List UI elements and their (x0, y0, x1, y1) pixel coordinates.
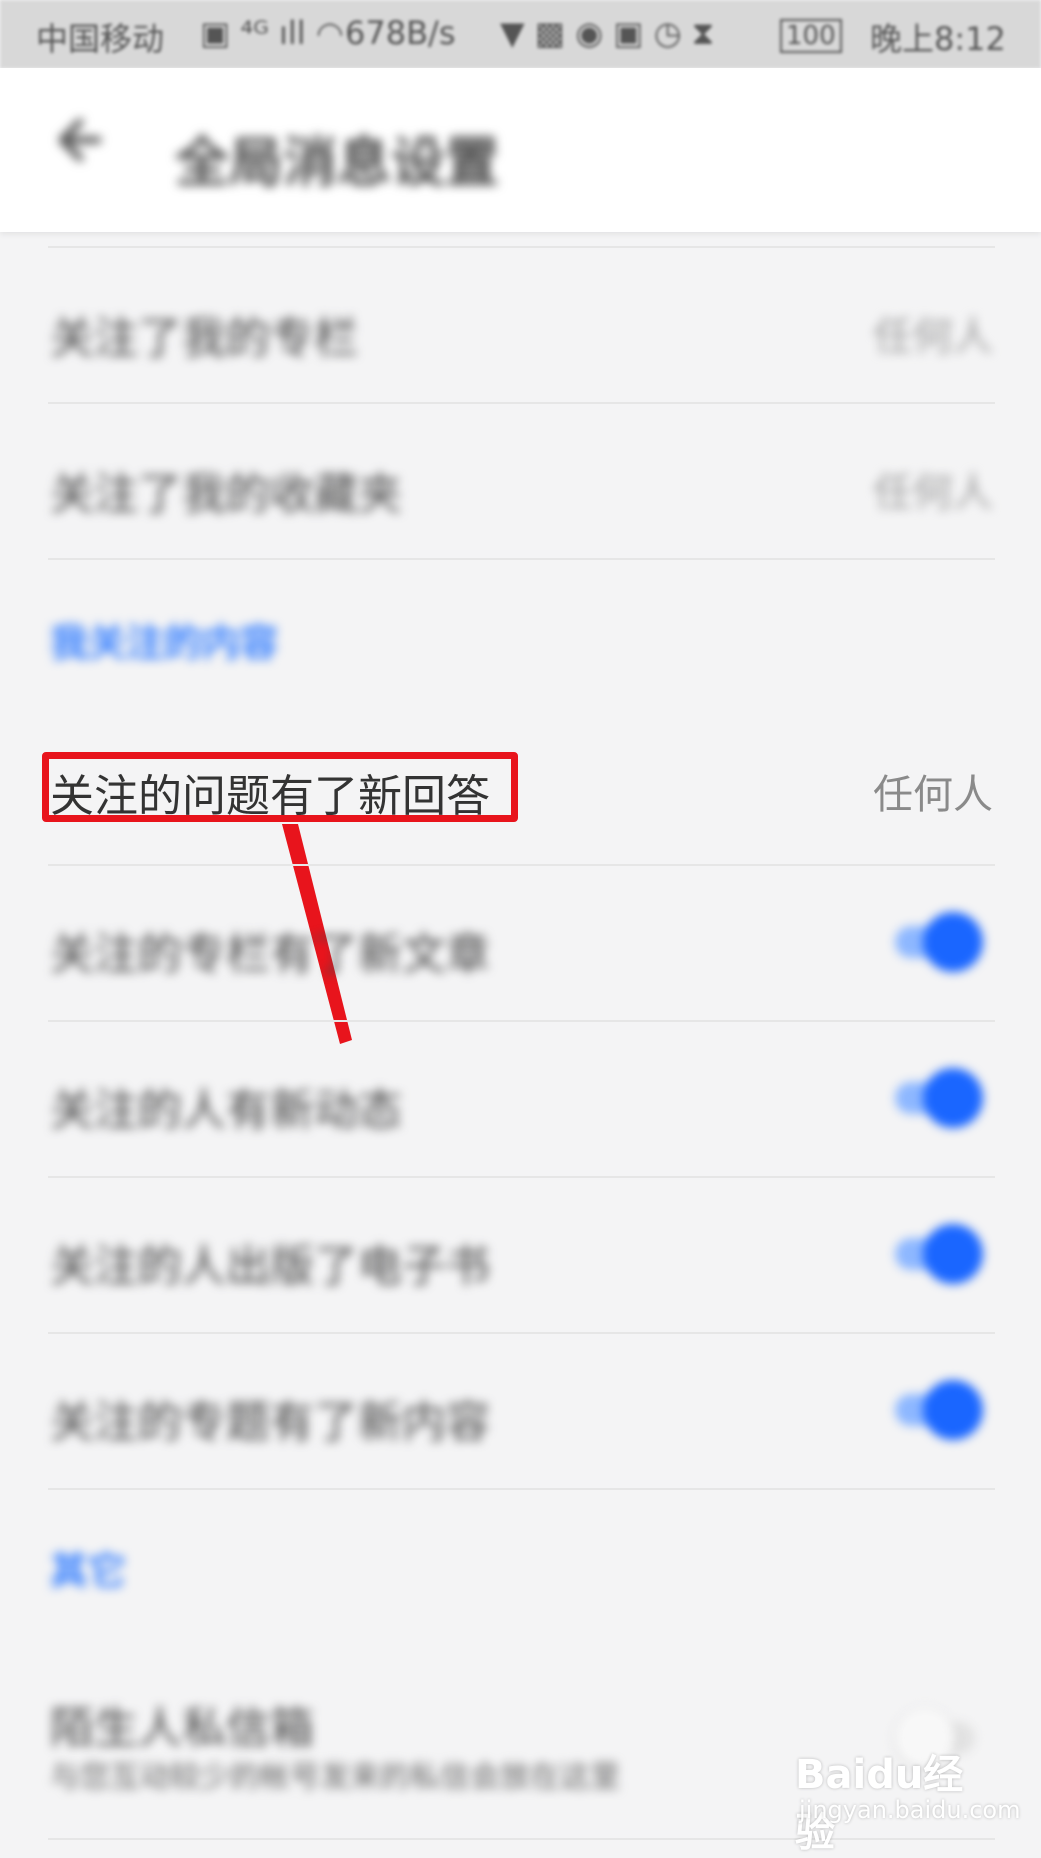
toggle-column-new-article[interactable] (895, 910, 985, 974)
toggle-followed-people-ebook[interactable] (895, 1222, 985, 1286)
divider (48, 1020, 995, 1022)
toggle-followed-people-activity[interactable] (895, 1066, 985, 1130)
row-label-topic-new-content: 关注的专题有了新内容 (50, 1397, 490, 1448)
divider (48, 1176, 995, 1178)
watermark-url: jingyan.baidu.com (799, 1796, 1021, 1824)
row-label-stranger-inbox: 陌生人私信箱 (50, 1703, 314, 1754)
baidu-watermark: Baidu经验 jingyan.baidu.com (795, 1742, 1020, 1856)
row-description-stranger-inbox: 与您互动较少的帐号发来的私信会放在这里 (50, 1760, 620, 1795)
divider (48, 1332, 995, 1334)
divider (48, 1488, 995, 1490)
section-title-other: 其它 (50, 1549, 127, 1593)
row-label-column-new-article: 关注的专栏有了新文章 (50, 929, 490, 980)
toggle-topic-new-content[interactable] (895, 1378, 985, 1442)
row-label-followed-people-ebook: 关注的人出版了电子书 (50, 1241, 490, 1292)
row-label-followed-people-activity: 关注的人有新动态 (50, 1085, 402, 1136)
divider (48, 864, 995, 866)
